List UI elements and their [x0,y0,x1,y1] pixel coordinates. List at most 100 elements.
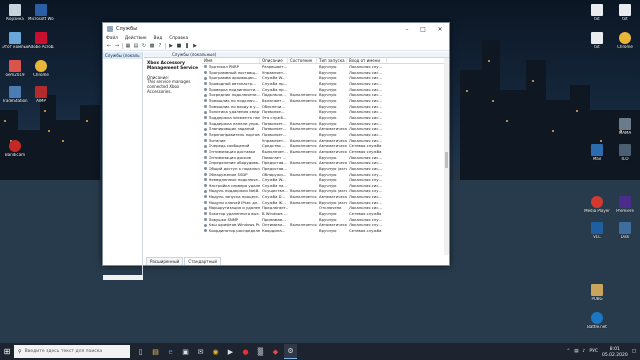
network-icon[interactable]: ▤ [574,349,578,354]
maximize-button[interactable]: □ [415,23,431,35]
tree-node-services-local[interactable]: Службы (локаль [103,52,142,59]
back-icon[interactable]: ← [106,43,112,49]
tree-horizontal-scrollbar[interactable] [103,275,143,280]
desktop-icon-label: Disk [620,235,630,239]
minimize-button[interactable]: – [399,23,415,35]
desktop-icon-recycle-bin[interactable]: Корзина [2,4,28,22]
export-icon[interactable]: ▩ [149,43,155,49]
tray-overflow-icon[interactable]: ⌃ [566,349,570,354]
app-icon [9,86,21,98]
clock[interactable]: 8:01 05.02.2020 [602,346,628,358]
refresh-icon[interactable]: ↻ [141,43,147,49]
toolbar: ← → ▦ ▤ ↻ ▩ ? ▶ ■ ❚ ▶ [103,42,449,51]
pause-service-icon[interactable]: ❚ [184,43,190,49]
chrome-taskbar-icon[interactable]: ◉ [209,344,222,359]
file-icon [619,4,631,16]
services-window[interactable]: Службы – □ ✕ Файл Действие Вид Справка ←… [102,22,450,280]
desktop-icon-disk[interactable]: Disk [612,222,638,240]
service-gear-icon [204,161,207,165]
computer-icon [9,32,21,44]
column-header-name[interactable]: Имя [202,58,260,63]
desktop-icon-mail[interactable]: Mail [584,144,610,162]
service-row[interactable]: Координатор распределе... Координа... Вруч… [202,228,444,234]
desktop-icon-media-player[interactable]: Media Player [584,196,610,214]
desktop-icon-word[interactable]: Microsoft Word 2010 [28,4,54,22]
bandicam-taskbar-icon[interactable]: ● [239,344,252,359]
edge-icon[interactable]: e [164,344,177,359]
properties-icon[interactable]: ▤ [133,43,139,49]
desktop-icon-label: PUBG [591,297,603,301]
desktop-icon-file-2[interactable]: txt [584,32,610,50]
desktop-icon-vlc[interactable]: VLC [584,222,610,240]
menu-help[interactable]: Справка [169,36,188,41]
console-tree-icon[interactable]: ▦ [125,43,131,49]
explorer-icon[interactable]: ▤ [149,344,162,359]
start-service-icon[interactable]: ▶ [168,43,174,49]
cell-status: Выполняется [290,171,317,177]
desktop-icon-chrome-right[interactable]: Chrome [612,32,638,50]
service-description-panel: Xbox Accessory Management Service Описан… [144,58,202,97]
console-tree: Службы (локаль [103,52,143,280]
mail-icon[interactable]: ✉ [194,344,207,359]
desktop-icon-this-pc[interactable]: Этот компьютер [2,32,28,50]
close-button[interactable]: ✕ [431,23,449,35]
service-gear-icon [204,172,207,176]
media-icon[interactable]: ▶ [224,344,237,359]
window-titlebar[interactable]: Службы – □ ✕ [103,23,449,35]
tab-extended[interactable]: Расширенный [146,257,184,265]
desktop-icon-oem[interactable]: oem2019 [2,60,28,78]
desktop-icon-premiere[interactable]: Premiere [612,196,638,214]
desktop-icon-file-3[interactable]: txt [612,4,638,22]
notifications-icon[interactable]: □ [632,349,636,354]
stop-service-icon[interactable]: ■ [176,43,182,49]
service-gear-icon [204,138,207,142]
taskbar-search[interactable]: ⚲ Введите здесь текст для поиска [14,345,130,358]
red-app-icon[interactable]: ◆ [269,344,282,359]
column-header-log-on-as[interactable]: Вход от имени [347,58,387,63]
scrollbar-thumb[interactable] [445,152,448,168]
desktop-icon-tradestation[interactable]: TradeStation [2,86,28,104]
service-gear-icon [204,189,207,193]
desktop-icon-label: Media Player [584,209,610,213]
menu-file[interactable]: Файл [106,36,118,41]
desktop-icon-label: txt [594,17,600,21]
cell-status: Выполняется [290,160,317,166]
bandicam-icon [9,140,21,152]
store-icon[interactable]: ▣ [179,344,192,359]
column-header-startup-type[interactable]: Тип запуска [317,58,347,63]
menu-action[interactable]: Действие [125,36,147,41]
restart-service-icon[interactable]: ▶ [192,43,198,49]
column-header-status[interactable]: Состояние [288,58,317,63]
window-title: Службы [116,26,138,32]
desktop-icon-aimp[interactable]: AIMP [28,86,54,104]
service-gear-icon [204,65,207,69]
vertical-scrollbar[interactable] [444,58,449,255]
desktop-icon-pubg[interactable]: PUBG [584,284,610,302]
service-gear-icon [204,218,207,222]
desktop-icon-battlenet[interactable]: Battle.net [584,312,610,330]
desktop-icon-bandicam[interactable]: Bandicam [2,140,28,158]
desktop-icon-chrome[interactable]: Chrome [28,60,54,78]
language-indicator[interactable]: РУС [589,349,598,354]
desktop-icon-label: Premiere [616,209,634,213]
task-view-icon[interactable]: ▯ [134,344,147,359]
menu-view[interactable]: Вид [154,36,163,41]
forward-icon[interactable]: → [114,43,120,49]
cell-log-on-as: Сетевая служба [349,228,382,234]
service-gear-icon [204,133,207,137]
desktop-icon-acrobat[interactable]: Adobe Acrobat Reader DC [28,32,54,50]
column-header-description[interactable]: Описание [260,58,288,63]
desktop-icon-mama[interactable]: MAMA [612,118,638,136]
desktop-icon-file-1[interactable]: txt [584,4,610,22]
help-icon[interactable]: ? [157,43,163,49]
tab-standard[interactable]: Стандартный [184,257,221,265]
service-gear-icon [204,195,207,199]
cell-description: Координа... [262,228,286,234]
start-button[interactable]: ⊞ [0,343,14,360]
services-taskbar-icon[interactable]: ⚙ [284,344,297,359]
cell-status: Выполняется [290,148,317,154]
desktop-icon-label: Bandicam [5,153,25,157]
volume-icon[interactable]: ♪ [582,349,585,354]
terminal-icon[interactable]: ▒ [254,344,267,359]
desktop-icon-ico[interactable]: ICO [612,144,638,162]
